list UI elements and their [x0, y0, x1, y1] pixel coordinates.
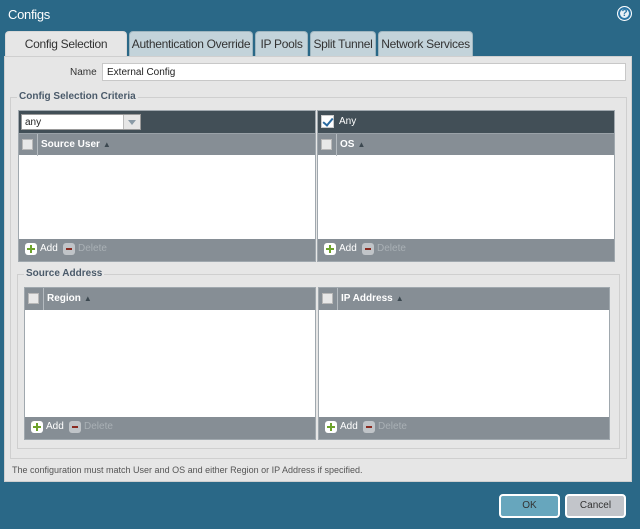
column-header-label: IP Address	[341, 293, 393, 304]
config-selection-legend: Config Selection Criteria	[17, 91, 138, 102]
source-address-legend: Source Address	[24, 268, 105, 279]
os-footer: Add Delete	[318, 239, 614, 261]
ip-address-grid: IP Address ▲ Add Delete	[318, 287, 610, 440]
region-column-header[interactable]: Region ▲	[47, 293, 92, 304]
dialog-titlebar: Configs ?	[0, 0, 640, 28]
os-column-header[interactable]: OS ▲	[340, 139, 365, 150]
delete-label: Delete	[378, 421, 407, 432]
plus-icon	[25, 243, 37, 255]
plus-icon	[325, 421, 337, 433]
ok-button[interactable]: OK	[499, 494, 560, 518]
help-icon[interactable]: ?	[617, 6, 632, 21]
select-all-checkbox[interactable]	[22, 139, 33, 150]
plus-icon	[31, 421, 43, 433]
sort-ascending-icon: ▲	[395, 294, 404, 303]
any-os-label: Any	[339, 116, 357, 127]
column-divider	[336, 134, 337, 156]
tab-split-tunnel[interactable]: Split Tunnel	[310, 31, 376, 56]
select-all-checkbox[interactable]	[28, 293, 39, 304]
region-grid: Region ▲ Add Delete	[24, 287, 316, 440]
add-label: Add	[46, 421, 64, 432]
delete-label: Delete	[78, 243, 107, 254]
plus-icon	[324, 243, 336, 255]
dialog-title: Configs	[8, 7, 50, 22]
match-criteria-note: The configuration must match User and OS…	[12, 465, 363, 475]
ip-address-column-header[interactable]: IP Address ▲	[341, 293, 404, 304]
cancel-button[interactable]: Cancel	[565, 494, 626, 518]
source-user-dropdown[interactable]: any	[21, 114, 141, 130]
minus-icon	[363, 421, 375, 433]
column-header-label: Region	[47, 293, 81, 304]
source-user-grid: any Source User ▲ Add Delete	[18, 110, 316, 262]
region-header: Region ▲	[25, 288, 315, 310]
any-os-checkbox[interactable]	[321, 115, 334, 128]
name-input[interactable]	[102, 63, 626, 81]
add-label: Add	[339, 243, 357, 254]
select-all-checkbox[interactable]	[322, 293, 333, 304]
add-label: Add	[340, 421, 358, 432]
sort-ascending-icon: ▲	[83, 294, 92, 303]
tab-ip-pools[interactable]: IP Pools	[255, 31, 308, 56]
column-header-label: Source User	[41, 139, 100, 150]
source-user-dropdown-value: any	[25, 117, 42, 128]
select-all-checkbox[interactable]	[321, 139, 332, 150]
os-toolbar: Any	[318, 111, 614, 133]
region-footer: Add Delete	[25, 417, 315, 439]
source-user-header: Source User ▲	[19, 133, 315, 156]
source-user-column-header[interactable]: Source User ▲	[41, 139, 111, 150]
column-divider	[43, 288, 44, 310]
minus-icon	[362, 243, 374, 255]
delete-label: Delete	[377, 243, 406, 254]
source-user-footer: Add Delete	[19, 239, 315, 261]
os-grid: Any OS ▲ Add Delete	[317, 110, 615, 262]
tab-config-selection-criteria[interactable]: Config Selection Criteria	[5, 31, 127, 75]
minus-icon	[63, 243, 75, 255]
column-divider	[337, 288, 338, 310]
ip-address-footer: Add Delete	[319, 417, 609, 439]
column-header-label: OS	[340, 139, 355, 150]
ip-address-header: IP Address ▲	[319, 288, 609, 310]
sort-ascending-icon: ▲	[102, 140, 111, 149]
tab-network-services[interactable]: Network Services	[378, 31, 473, 56]
source-user-toolbar: any	[19, 111, 315, 133]
sort-ascending-icon: ▲	[357, 140, 366, 149]
minus-icon	[69, 421, 81, 433]
tab-authentication-override[interactable]: Authentication Override	[129, 31, 253, 56]
add-label: Add	[40, 243, 58, 254]
name-label: Name	[70, 67, 97, 78]
delete-label: Delete	[84, 421, 113, 432]
chevron-down-icon[interactable]	[123, 115, 140, 129]
os-header: OS ▲	[318, 133, 614, 156]
column-divider	[37, 134, 38, 156]
